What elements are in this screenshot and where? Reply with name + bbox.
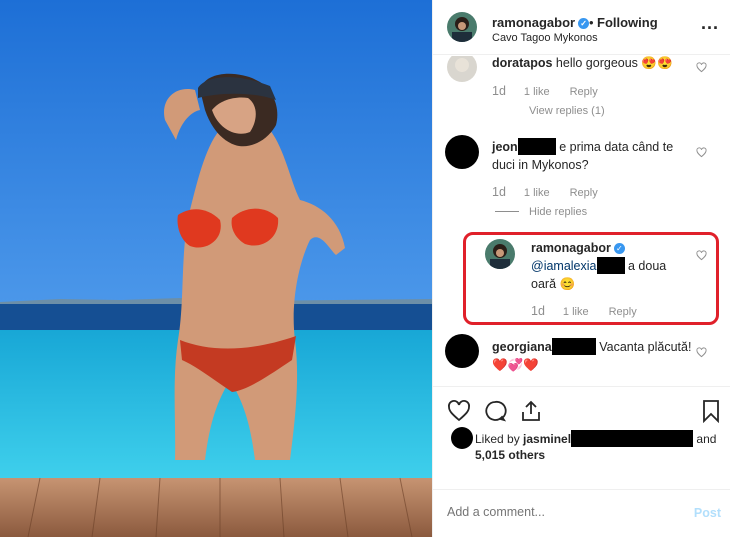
post-header: ramonagabor ✓ • Following Cavo Tagoo Myko… <box>433 0 730 55</box>
redaction-bar <box>517 138 556 155</box>
beach-photo-image <box>0 0 432 537</box>
post-comment-button[interactable]: Post <box>694 506 721 520</box>
like-heart-icon[interactable] <box>447 399 471 423</box>
comment-username[interactable]: jeon <box>492 140 518 154</box>
liker-username[interactable]: jasminel <box>523 432 571 446</box>
share-upload-icon[interactable] <box>519 399 543 423</box>
location-link[interactable]: Cavo Tagoo Mykonos <box>492 32 598 44</box>
verified-badge-icon: ✓ <box>613 243 625 254</box>
comment-meta: 1d 1 like Reply <box>492 84 618 98</box>
reply-meta: 1d 1 like Reply <box>531 304 657 318</box>
comment-meta: 1d 1 like Reply <box>492 185 618 199</box>
post-actions-bar: Liked by jasminel and 5,015 others <box>433 386 730 496</box>
liked-by-prefix: Liked by <box>475 432 524 446</box>
commenter-avatar[interactable] <box>445 135 479 169</box>
comment-username[interactable]: georgiana <box>492 340 552 354</box>
comment-text: hello gorgeous 😍😍 <box>555 56 673 70</box>
comment-body: doratapos hello gorgeous 😍😍 <box>492 56 702 72</box>
commenter-avatar[interactable] <box>447 56 477 82</box>
reply-age: 1d <box>531 304 545 318</box>
post-side-panel: ramonagabor ✓ • Following Cavo Tagoo Myko… <box>432 0 730 537</box>
commenter-avatar[interactable] <box>445 334 479 368</box>
verified-badge-icon: ✓ <box>578 18 590 29</box>
reply-likes[interactable]: 1 like <box>563 306 589 318</box>
like-comment-heart-icon[interactable] <box>696 250 707 261</box>
like-comment-heart-icon[interactable] <box>696 347 707 358</box>
redaction-bar <box>596 257 625 274</box>
comment-age: 1d <box>492 84 506 98</box>
replies-divider-line <box>495 211 519 212</box>
following-button[interactable]: Following <box>597 15 658 30</box>
liker-avatar[interactable] <box>451 427 473 449</box>
author-avatar[interactable] <box>447 12 477 42</box>
comment-bubble-icon[interactable] <box>483 399 507 423</box>
redaction-bar <box>551 338 596 355</box>
others-count-link[interactable]: 5,015 others <box>475 448 545 462</box>
like-comment-heart-icon[interactable] <box>696 147 707 158</box>
reply-username[interactable]: ramonagabor <box>531 241 611 255</box>
author-username[interactable]: ramonagabor <box>492 15 575 30</box>
likes-summary: Liked by jasminel and 5,015 others <box>475 430 716 463</box>
more-options-icon[interactable]: ... <box>701 13 719 34</box>
comment-body: georgiana Vacanta plăcută! ❤️💞❤️ <box>492 338 697 374</box>
bookmark-save-icon[interactable] <box>699 399 723 423</box>
add-comment-bar: Post <box>433 489 730 537</box>
comment-likes[interactable]: 1 like <box>524 187 550 199</box>
author-username-row[interactable]: ramonagabor ✓ <box>492 15 590 30</box>
reply-button[interactable]: Reply <box>570 86 598 98</box>
hide-replies-label: Hide replies <box>529 206 588 218</box>
post-photo[interactable] <box>0 0 432 537</box>
reply-button[interactable]: Reply <box>609 306 637 318</box>
comment-age: 1d <box>492 185 506 199</box>
reply-button[interactable]: Reply <box>570 187 598 199</box>
comment-likes[interactable]: 1 like <box>524 86 550 98</box>
separator-dot: • <box>589 15 594 30</box>
reply-body: ramonagabor ✓ @iamalexia a doua oară 😊 <box>531 239 691 293</box>
reply-author-avatar[interactable] <box>485 239 515 269</box>
redaction-bar <box>571 430 694 447</box>
comment-username[interactable]: doratapos <box>492 56 552 70</box>
comments-list[interactable]: doratapos hello gorgeous 😍😍 1d 1 like Repl… <box>433 56 730 386</box>
reply-mention-link[interactable]: @iamalexia <box>531 259 597 273</box>
add-comment-input[interactable] <box>447 505 677 519</box>
liked-and: and <box>693 432 717 446</box>
view-replies-button[interactable]: View replies (1) <box>529 105 605 117</box>
hide-replies-button[interactable]: Hide replies <box>495 206 587 218</box>
like-comment-heart-icon[interactable] <box>696 62 707 73</box>
comment-body: jeon e prima data când te duci in Mykono… <box>492 138 697 174</box>
